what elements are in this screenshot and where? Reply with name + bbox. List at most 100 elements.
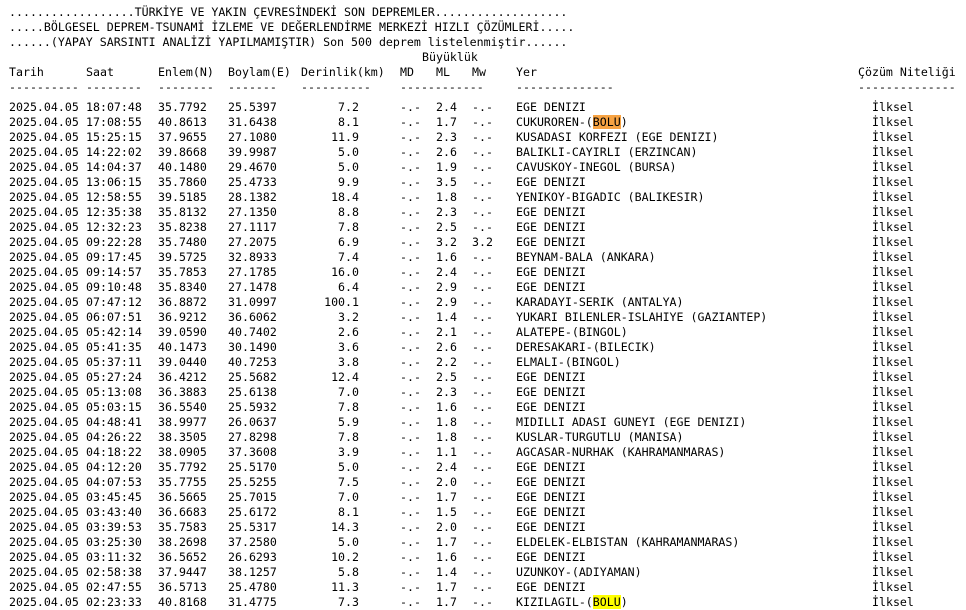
cell-lat: 38.2698 [158,535,207,549]
cell-lon: 31.4775 [228,595,277,609]
cell-depth: 11.3 [331,580,359,594]
cell-md: -.- [400,400,421,414]
cell-lat: 36.5665 [158,490,207,504]
cell-place: EGE DENIZI [516,205,586,219]
cell-md: -.- [400,550,421,564]
cell-md: -.- [400,100,421,114]
cell-ml: 2.1 [436,325,457,339]
cell-mw: -.- [472,310,493,324]
cell-quality: İlksel [872,370,914,384]
cell-lon: 27.8298 [228,430,277,444]
cell-quality: İlksel [872,160,914,174]
cell-quality: İlksel [872,325,914,339]
cell-quality: İlksel [872,460,914,474]
cell-md: -.- [400,190,421,204]
cell-mw: -.- [472,250,493,264]
cell-ml: 2.5 [436,370,457,384]
cell-depth: 12.4 [331,370,359,384]
cell-ml: 1.7 [436,595,457,609]
cell-time: 04:18:22 [86,445,142,459]
cell-place: EGE DENIZI [516,400,586,414]
cell-md: -.- [400,250,421,264]
cell-mw: -.- [472,160,493,174]
cell-time: 18:07:48 [86,100,142,114]
cell-lat: 39.0590 [158,325,207,339]
cell-ml: 2.3 [436,130,457,144]
cell-quality: İlksel [872,580,914,594]
cell-ml: 1.7 [436,580,457,594]
earthquake-row: 2025.04.05 03:11:32 36.5652 26.6293 10.2 -.- 1… [0,550,966,565]
earthquake-row: 2025.04.05 02:23:33 40.8168 31.4775 7.3 -.- 1.… [0,595,966,610]
cell-date: 2025.04.05 [9,160,79,174]
cell-date: 2025.04.05 [9,520,79,534]
cell-date: 2025.04.05 [9,415,79,429]
search-highlight: BOLU [592,115,621,129]
cell-place: KIZILAGIL-(BOLU) [516,595,628,610]
cell-md: -.- [400,310,421,324]
cell-mw: -.- [472,220,493,234]
cell-place: EGE DENIZI [516,460,586,474]
cell-mw: -.- [472,490,493,504]
cell-md: -.- [400,460,421,474]
cell-lon: 38.1257 [228,565,277,579]
cell-md: -.- [400,595,421,609]
cell-lon: 39.9987 [228,145,277,159]
cell-ml: 1.6 [436,400,457,414]
cell-time: 05:37:11 [86,355,142,369]
cell-lat: 35.7480 [158,235,207,249]
cell-mw: -.- [472,340,493,354]
cell-depth: 7.2 [338,100,359,114]
cell-date: 2025.04.05 [9,205,79,219]
earthquake-row: 2025.04.05 03:45:45 36.5665 25.7015 7.0 -.- 1.… [0,490,966,505]
cell-quality: İlksel [872,490,914,504]
cell-time: 05:42:14 [86,325,142,339]
cell-date: 2025.04.05 [9,175,79,189]
cell-quality: İlksel [872,535,914,549]
cell-lat: 37.9447 [158,565,207,579]
cell-ml: 3.2 [436,235,457,249]
cell-lon: 29.4670 [228,160,277,174]
cell-ml: 1.7 [436,115,457,129]
cell-time: 12:32:23 [86,220,142,234]
cell-quality: İlksel [872,445,914,459]
cell-depth: 5.0 [338,535,359,549]
column-header-time: Saat [86,65,114,79]
cell-date: 2025.04.05 [9,295,79,309]
cell-lon: 25.5317 [228,520,277,534]
cell-depth: 6.9 [338,235,359,249]
cell-md: -.- [400,280,421,294]
cell-mw: -.- [472,355,493,369]
cell-mw: -.- [472,400,493,414]
earthquake-row: 2025.04.05 12:58:55 39.5185 28.1382 18.4 -.- 1… [0,190,966,205]
cell-ml: 1.7 [436,535,457,549]
cell-place: BEYNAM-BALA (ANKARA) [516,250,656,264]
cell-date: 2025.04.05 [9,265,79,279]
cell-quality: İlksel [872,100,914,114]
cell-depth: 3.6 [338,340,359,354]
cell-quality: İlksel [872,565,914,579]
cell-lon: 25.6138 [228,385,277,399]
cell-lon: 27.1785 [228,265,277,279]
cell-date: 2025.04.05 [9,400,79,414]
cell-lat: 38.3505 [158,430,207,444]
cell-lat: 36.9212 [158,310,207,324]
cell-mw: -.- [472,505,493,519]
cell-lon: 31.0997 [228,295,277,309]
cell-place: EGE DENIZI [516,580,586,594]
cell-mw: -.- [472,325,493,339]
cell-quality: İlksel [872,220,914,234]
cell-place: EGE DENIZI [516,235,586,249]
cell-place: UZUNKOY-(ADIYAMAN) [516,565,642,579]
cell-md: -.- [400,295,421,309]
cell-lat: 35.7792 [158,100,207,114]
cell-depth: 5.9 [338,415,359,429]
cell-place: KUSLAR-TURGUTLU (MANISA) [516,430,684,444]
cell-date: 2025.04.05 [9,565,79,579]
cell-depth: 3.9 [338,445,359,459]
cell-date: 2025.04.05 [9,430,79,444]
cell-lat: 36.5652 [158,550,207,564]
cell-lat: 36.5540 [158,400,207,414]
column-header-date: Tarih [9,65,44,79]
cell-lon: 25.7015 [228,490,277,504]
cell-depth: 16.0 [331,265,359,279]
